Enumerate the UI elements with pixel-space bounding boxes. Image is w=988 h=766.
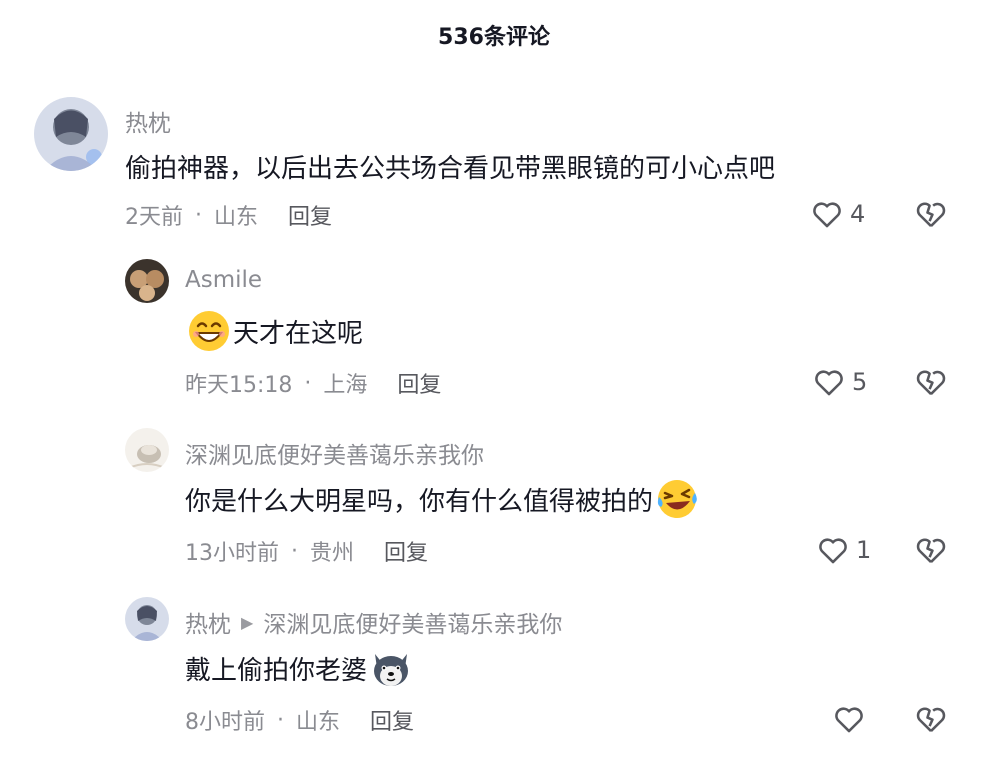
heart-icon <box>819 538 847 564</box>
comment-text-content: 戴上偷拍你老婆 <box>185 655 368 686</box>
comment-location: 山东 <box>214 205 259 230</box>
broken-heart-icon[interactable] <box>914 533 948 567</box>
like-button[interactable]: 4 <box>810 197 865 231</box>
like-button[interactable] <box>832 702 872 736</box>
heart-icon <box>835 707 863 733</box>
separator-dot: · <box>277 707 284 733</box>
separator-dot: · <box>195 202 202 228</box>
reply-button[interactable]: 回复 <box>384 535 428 567</box>
avatar[interactable] <box>125 259 169 303</box>
reply-button[interactable]: 回复 <box>397 367 441 399</box>
comment-meta: 13小时前 · 贵州 回复 <box>185 535 428 567</box>
comment-time: 昨天15:18 <box>185 373 293 398</box>
comment-username[interactable]: 热枕 <box>125 104 171 138</box>
comment-time: 2天前 <box>125 205 183 230</box>
like-button[interactable]: 5 <box>812 365 867 399</box>
comment-meta: 8小时前 · 山东 回复 <box>185 704 414 736</box>
heart-icon <box>813 202 841 228</box>
comment-text: 你是什么大明星吗，你有什么值得被拍的 <box>185 476 701 522</box>
separator-dot: · <box>291 538 298 564</box>
comment-time: 13小时前 <box>185 541 279 566</box>
separator-dot: · <box>304 370 312 396</box>
comment-text-content: 你是什么大明星吗，你有什么值得被拍的 <box>185 486 654 517</box>
grin-emoji <box>189 311 229 351</box>
broken-heart-icon[interactable] <box>914 365 948 399</box>
comment-meta: 昨天15:18 · 上海 回复 <box>185 367 441 399</box>
avatar[interactable] <box>125 597 169 641</box>
reply-target[interactable]: 深渊见底便好美善蔼乐亲我你 <box>263 605 562 639</box>
comment-username[interactable]: Asmile <box>185 267 262 293</box>
dog-face-emoji <box>374 654 409 686</box>
comment-text: 戴上偷拍你老婆 <box>185 645 415 691</box>
comments-header: 536条评论 <box>0 0 988 70</box>
reply-button[interactable]: 回复 <box>288 199 332 231</box>
comment-location: 上海 <box>323 373 368 398</box>
comment-meta: 2天前 · 山东 回复 <box>125 199 332 231</box>
like-count: 1 <box>856 536 872 564</box>
comment-text-content: 偷拍神器，以后出去公共场合看见带黑眼镜的可小心点吧 <box>125 153 776 184</box>
comment-username[interactable]: 热枕 ▶ 深渊见底便好美善蔼乐亲我你 <box>185 605 562 639</box>
like-count: 5 <box>852 368 868 396</box>
comment-text: 天才在这呢 <box>185 308 363 354</box>
broken-heart-icon[interactable] <box>914 702 948 736</box>
comment-text-content: 天才在这呢 <box>233 318 364 349</box>
comment-location: 贵州 <box>310 541 355 566</box>
comment-time: 8小时前 <box>185 710 265 735</box>
broken-heart-icon[interactable] <box>914 197 948 231</box>
comment-count-title: 536条评论 <box>438 25 550 50</box>
avatar[interactable] <box>34 97 108 171</box>
comment-username[interactable]: 深渊见底便好美善蔼乐亲我你 <box>185 436 484 470</box>
avatar[interactable] <box>125 428 169 472</box>
laugh-cry-emoji <box>657 480 697 518</box>
reply-author[interactable]: 热枕 <box>185 605 231 639</box>
reply-button[interactable]: 回复 <box>370 704 414 736</box>
comment-location: 山东 <box>296 710 341 735</box>
heart-icon <box>815 370 843 396</box>
comment-text: 偷拍神器，以后出去公共场合看见带黑眼镜的可小心点吧 <box>125 146 775 186</box>
reply-arrow-icon: ▶ <box>241 612 254 632</box>
like-count: 4 <box>850 200 866 228</box>
like-button[interactable]: 1 <box>816 533 871 567</box>
